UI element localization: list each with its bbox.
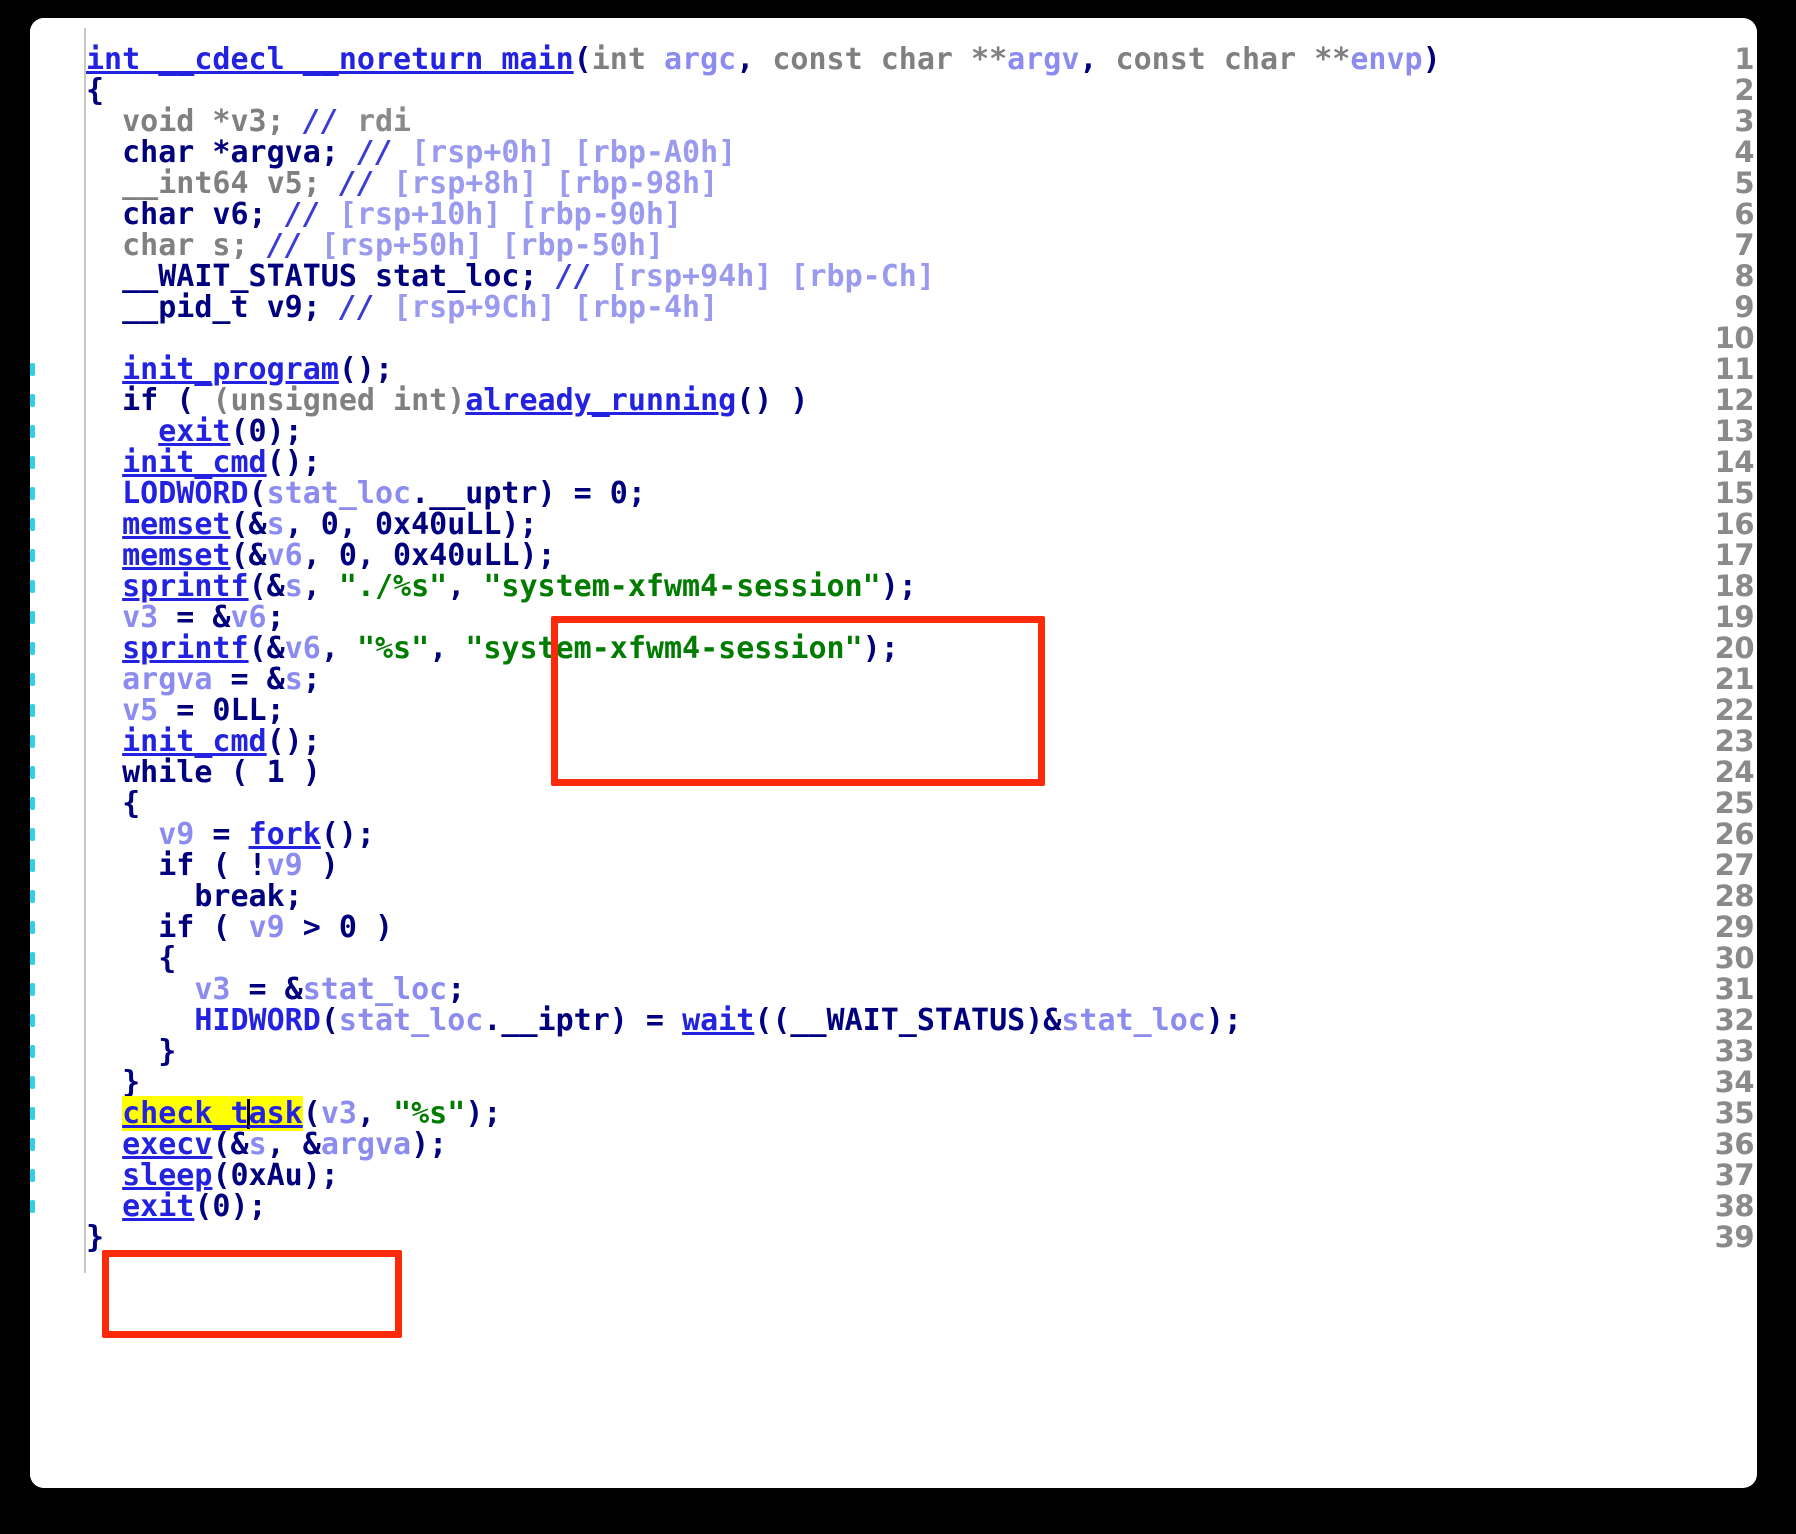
code-line-19[interactable]: v3 = &v6; (86, 602, 285, 633)
code-line-11[interactable]: init_program(); (86, 354, 393, 385)
code-line-39[interactable]: } (86, 1222, 104, 1253)
token-function-main: int __cdecl __noreturn main (86, 42, 574, 77)
breakpoint-marker[interactable] (30, 952, 35, 965)
breakpoint-marker[interactable] (30, 766, 35, 779)
breakpoint-marker[interactable] (30, 859, 35, 872)
code-line-30[interactable]: { (86, 943, 176, 974)
breakpoint-marker[interactable] (30, 673, 35, 686)
breakpoint-marker[interactable] (30, 487, 35, 500)
breakpoint-marker[interactable] (30, 1014, 35, 1027)
code-line-26[interactable]: v9 = fork(); (86, 819, 375, 850)
breakpoint-marker[interactable] (30, 642, 35, 655)
code-line-32[interactable]: HIDWORD(stat_loc.__iptr) = wait((__WAIT_… (86, 1005, 1242, 1036)
screenshot-root: 1 2 3 4 5 6 7 8 9 10 11 12 13 14 15 16 17 18 19 20 21 22 23 24 2… (0, 0, 1796, 1534)
code-line-7[interactable]: char s; // [rsp+50h] [rbp-50h] (86, 230, 664, 261)
code-line-2[interactable]: { (86, 75, 104, 106)
code-line-23[interactable]: init_cmd(); (86, 726, 321, 757)
breakpoint-marker[interactable] (30, 735, 35, 748)
code-line-9[interactable]: __pid_t v9; // [rsp+9Ch] [rbp-4h] (86, 292, 718, 323)
breakpoint-marker[interactable] (30, 797, 35, 810)
breakpoint-marker[interactable] (30, 1138, 35, 1151)
breakpoint-marker[interactable] (30, 983, 35, 996)
text-caret (247, 1099, 251, 1129)
code-line-25[interactable]: { (86, 788, 140, 819)
breakpoint-marker[interactable] (30, 394, 35, 407)
code-line-6[interactable]: char v6; // [rsp+10h] [rbp-90h] (86, 199, 682, 230)
code-line-28[interactable]: break; (86, 881, 302, 912)
breakpoint-marker[interactable] (30, 704, 35, 717)
breakpoint-marker[interactable] (30, 1045, 35, 1058)
code-line-4[interactable]: char *argva; // [rsp+0h] [rbp-A0h] (86, 137, 736, 168)
code-line-35[interactable]: check_task(v3, "%s"); (86, 1096, 501, 1131)
code-line-5[interactable]: __int64 v5; // [rsp+8h] [rbp-98h] (86, 168, 718, 199)
breakpoint-marker[interactable] (30, 1076, 35, 1089)
code-line-22[interactable]: v5 = 0LL; (86, 695, 285, 726)
breakpoint-marker[interactable] (30, 890, 35, 903)
code-line-3[interactable]: void *v3; // rdi (86, 106, 411, 137)
code-line-16[interactable]: memset(&s, 0, 0x40uLL); (86, 509, 537, 540)
code-line-15[interactable]: LODWORD(stat_loc.__uptr) = 0; (86, 478, 646, 509)
code-line-38[interactable]: exit(0); (86, 1191, 267, 1222)
code-line-34[interactable]: } (86, 1067, 140, 1098)
code-line-27[interactable]: if ( !v9 ) (86, 850, 339, 881)
code-line-13[interactable]: exit(0); (86, 416, 303, 447)
pseudocode-panel[interactable]: 1 2 3 4 5 6 7 8 9 10 11 12 13 14 15 16 17 18 19 20 21 22 23 24 2… (30, 18, 1757, 1488)
code-line-21[interactable]: argva = &s; (86, 664, 321, 695)
breakpoint-marker[interactable] (30, 549, 35, 562)
code-line-33[interactable]: } (86, 1036, 176, 1067)
code-line-31[interactable]: v3 = &stat_loc; (86, 974, 465, 1005)
code-line-36[interactable]: execv(&s, &argva); (86, 1129, 447, 1160)
line-number-gutter (30, 18, 84, 1488)
breakpoint-marker[interactable] (30, 456, 35, 469)
code-line-17[interactable]: memset(&v6, 0, 0x40uLL); (86, 540, 556, 571)
breakpoint-marker[interactable] (30, 580, 35, 593)
code-line-24[interactable]: while ( 1 ) (86, 757, 321, 788)
annotation-box-check-task-call (102, 1250, 402, 1338)
breakpoint-marker[interactable] (30, 425, 35, 438)
code-line-12[interactable]: if ( (unsigned int)already_running() ) (86, 385, 808, 416)
breakpoint-marker[interactable] (30, 1107, 35, 1120)
token-function-check-task: check_task (122, 1096, 303, 1131)
breakpoint-marker[interactable] (30, 828, 35, 841)
breakpoint-marker[interactable] (30, 363, 35, 376)
breakpoint-marker[interactable] (30, 1169, 35, 1182)
breakpoint-marker[interactable] (30, 611, 35, 624)
code-line-37[interactable]: sleep(0xAu); (86, 1160, 339, 1191)
code-line-29[interactable]: if ( v9 > 0 ) (86, 912, 393, 943)
code-line-8[interactable]: __WAIT_STATUS stat_loc; // [rsp+94h] [rb… (86, 261, 935, 292)
annotation-box-string-literals (551, 616, 1045, 786)
breakpoint-marker[interactable] (30, 1200, 35, 1213)
code-line-18[interactable]: sprintf(&s, "./%s", "system-xfwm4-sessio… (86, 571, 917, 602)
code-line-14[interactable]: init_cmd(); (86, 447, 321, 478)
breakpoint-marker[interactable] (30, 921, 35, 934)
code-line-10[interactable] (86, 323, 104, 354)
breakpoint-marker[interactable] (30, 518, 35, 531)
code-line-1[interactable]: int __cdecl __noreturn main(int argc, co… (86, 44, 1441, 75)
